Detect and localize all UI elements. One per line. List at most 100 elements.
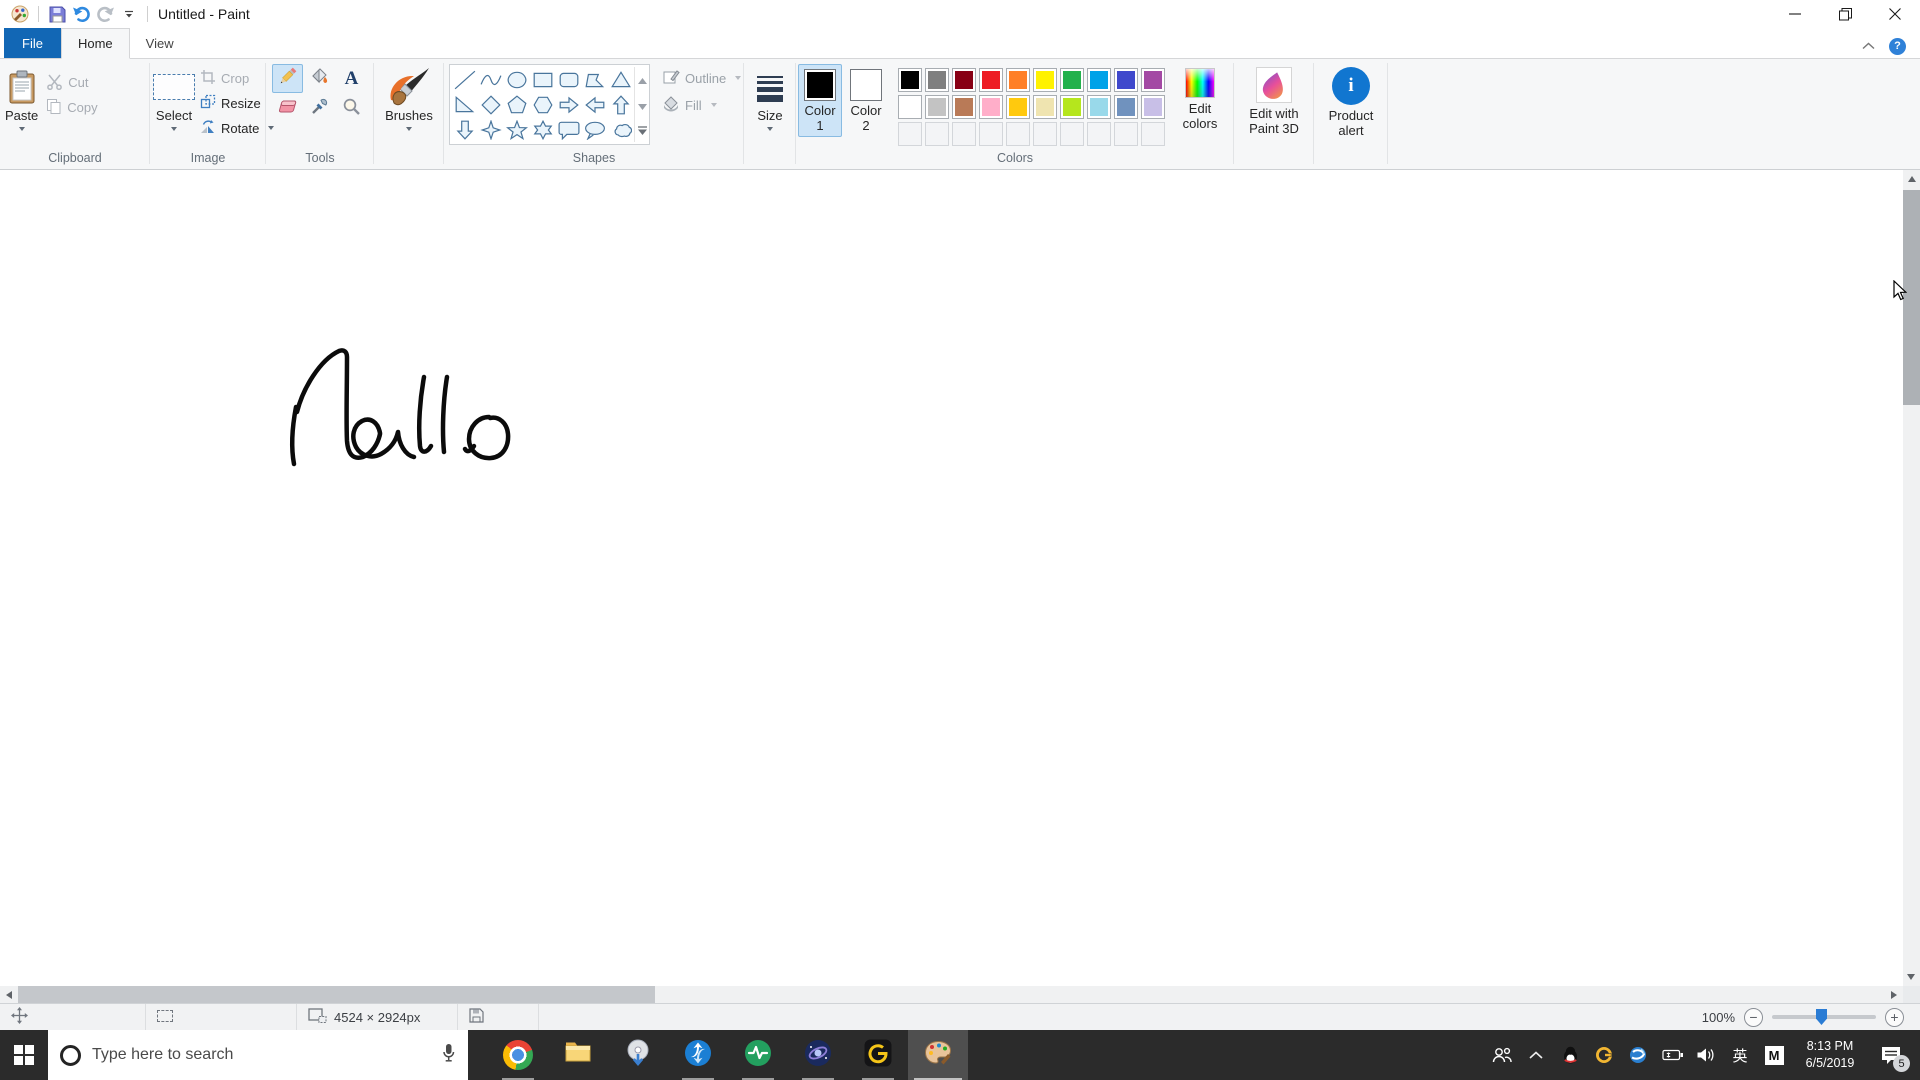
taskbar-app-media-player[interactable] xyxy=(608,1030,668,1080)
paste-button[interactable]: Paste xyxy=(0,64,43,133)
ime-mode-indicator[interactable]: M xyxy=(1757,1030,1791,1080)
fill-with-color-tool-button[interactable] xyxy=(304,64,335,93)
tray-overflow-chevron-icon[interactable] xyxy=(1519,1030,1553,1080)
palette-empty-slot-3[interactable] xyxy=(979,122,1003,146)
horizontal-scrollbar[interactable] xyxy=(0,986,1903,1003)
palette-swatch-r1-7[interactable] xyxy=(1087,68,1111,92)
palette-swatch-r2-5[interactable] xyxy=(1033,95,1057,119)
palette-empty-slot-0[interactable] xyxy=(898,122,922,146)
cut-button[interactable]: Cut xyxy=(43,70,100,95)
taskbar-app-paint[interactable] xyxy=(908,1030,968,1080)
canvas-area[interactable] xyxy=(0,170,1920,1003)
shape-right-triangle[interactable] xyxy=(452,92,478,117)
microphone-icon[interactable] xyxy=(441,1043,456,1068)
shape-hexagon[interactable] xyxy=(530,92,556,117)
shape-four-point-star[interactable] xyxy=(478,117,504,142)
shape-diamond[interactable] xyxy=(478,92,504,117)
select-button[interactable]: Select xyxy=(150,64,197,133)
palette-empty-slot-4[interactable] xyxy=(1006,122,1030,146)
palette-swatch-r2-2[interactable] xyxy=(952,95,976,119)
tab-file[interactable]: File xyxy=(4,28,61,58)
shape-triangle[interactable] xyxy=(608,67,634,92)
shape-up-arrow[interactable] xyxy=(608,92,634,117)
taskbar-app-space-app[interactable] xyxy=(788,1030,848,1080)
palette-empty-slot-7[interactable] xyxy=(1087,122,1111,146)
collapse-ribbon-icon[interactable] xyxy=(1862,37,1875,55)
palette-swatch-r1-0[interactable] xyxy=(898,68,922,92)
undo-button[interactable] xyxy=(69,2,93,26)
palette-swatch-r2-6[interactable] xyxy=(1060,95,1084,119)
edit-with-paint3d-button[interactable]: Edit with Paint 3D xyxy=(1238,64,1310,138)
zoom-out-button[interactable]: − xyxy=(1744,1007,1763,1027)
taskbar-app-thunder[interactable] xyxy=(668,1030,728,1080)
palette-swatch-r2-7[interactable] xyxy=(1087,95,1111,119)
palette-swatch-r2-0[interactable] xyxy=(898,95,922,119)
eraser-tool-button[interactable] xyxy=(272,94,303,123)
taskbar-app-g-app[interactable] xyxy=(848,1030,908,1080)
horizontal-scroll-thumb[interactable] xyxy=(18,986,655,1003)
taskbar-app-file-explorer[interactable] xyxy=(548,1030,608,1080)
shape-six-point-star[interactable] xyxy=(530,117,556,142)
color2-button[interactable]: Color 2 xyxy=(844,64,888,137)
shapes-more-icon[interactable] xyxy=(637,122,647,140)
brushes-button[interactable]: Brushes xyxy=(380,64,438,133)
shape-polygon[interactable] xyxy=(582,67,608,92)
palette-empty-slot-8[interactable] xyxy=(1114,122,1138,146)
qq-icon[interactable] xyxy=(1553,1030,1587,1080)
shape-pentagon[interactable] xyxy=(504,92,530,117)
palette-swatch-r2-9[interactable] xyxy=(1141,95,1165,119)
copy-button[interactable]: Copy xyxy=(43,95,100,120)
shape-curve[interactable] xyxy=(478,67,504,92)
palette-swatch-r1-5[interactable] xyxy=(1033,68,1057,92)
size-button[interactable]: Size xyxy=(752,64,788,133)
palette-swatch-r1-9[interactable] xyxy=(1141,68,1165,92)
color1-button[interactable]: Color 1 xyxy=(798,64,842,137)
shape-down-arrow[interactable] xyxy=(452,117,478,142)
palette-empty-slot-5[interactable] xyxy=(1033,122,1057,146)
palette-empty-slot-6[interactable] xyxy=(1060,122,1084,146)
palette-empty-slot-1[interactable] xyxy=(925,122,949,146)
pencil-tool-button[interactable] xyxy=(272,64,303,93)
palette-swatch-r2-4[interactable] xyxy=(1006,95,1030,119)
ime-language-indicator[interactable]: 英 xyxy=(1723,1030,1757,1080)
palette-swatch-r1-8[interactable] xyxy=(1114,68,1138,92)
zoom-in-button[interactable]: + xyxy=(1885,1007,1904,1027)
shape-rounded-callout[interactable] xyxy=(556,117,582,142)
scroll-up-icon[interactable] xyxy=(1907,176,1916,182)
g-tray-icon[interactable] xyxy=(1587,1030,1621,1080)
taskbar-app-system-monitor[interactable] xyxy=(728,1030,788,1080)
edit-colors-button[interactable]: Edit colors xyxy=(1171,64,1229,133)
taskbar-search[interactable]: Type here to search xyxy=(48,1030,468,1080)
shape-line[interactable] xyxy=(452,67,478,92)
help-icon[interactable]: ? xyxy=(1889,37,1906,55)
magnifier-tool-button[interactable] xyxy=(336,94,367,123)
battery-icon[interactable] xyxy=(1655,1030,1689,1080)
shape-rounded-rectangle[interactable] xyxy=(556,67,582,92)
browser-globe-icon[interactable] xyxy=(1621,1030,1655,1080)
restore-button[interactable] xyxy=(1820,0,1870,28)
palette-swatch-r2-8[interactable] xyxy=(1114,95,1138,119)
palette-empty-slot-2[interactable] xyxy=(952,122,976,146)
shape-left-arrow[interactable] xyxy=(582,92,608,117)
zoom-slider-thumb[interactable] xyxy=(1816,1009,1827,1025)
redo-button[interactable] xyxy=(93,2,117,26)
shape-five-point-star[interactable] xyxy=(504,117,530,142)
shape-cloud-callout[interactable] xyxy=(608,117,634,142)
shape-ellipse[interactable] xyxy=(504,67,530,92)
minimize-button[interactable] xyxy=(1770,0,1820,28)
palette-swatch-r1-2[interactable] xyxy=(952,68,976,92)
taskbar-clock[interactable]: 8:13 PM 6/5/2019 xyxy=(1791,1030,1869,1080)
action-center-button[interactable]: 5 xyxy=(1869,1030,1913,1080)
color-picker-tool-button[interactable] xyxy=(304,94,335,123)
palette-swatch-r1-4[interactable] xyxy=(1006,68,1030,92)
shape-rectangle[interactable] xyxy=(530,67,556,92)
people-icon[interactable] xyxy=(1485,1030,1519,1080)
save-button[interactable] xyxy=(45,2,69,26)
palette-empty-slot-9[interactable] xyxy=(1141,122,1165,146)
product-alert-button[interactable]: i Product alert xyxy=(1319,64,1383,140)
customize-toolbar-dropdown-icon[interactable] xyxy=(117,2,141,26)
text-tool-button[interactable]: A xyxy=(336,64,367,93)
shapes-scroll-down-icon[interactable] xyxy=(637,97,647,115)
outline-button[interactable]: Outline xyxy=(662,68,742,89)
volume-icon[interactable] xyxy=(1689,1030,1723,1080)
